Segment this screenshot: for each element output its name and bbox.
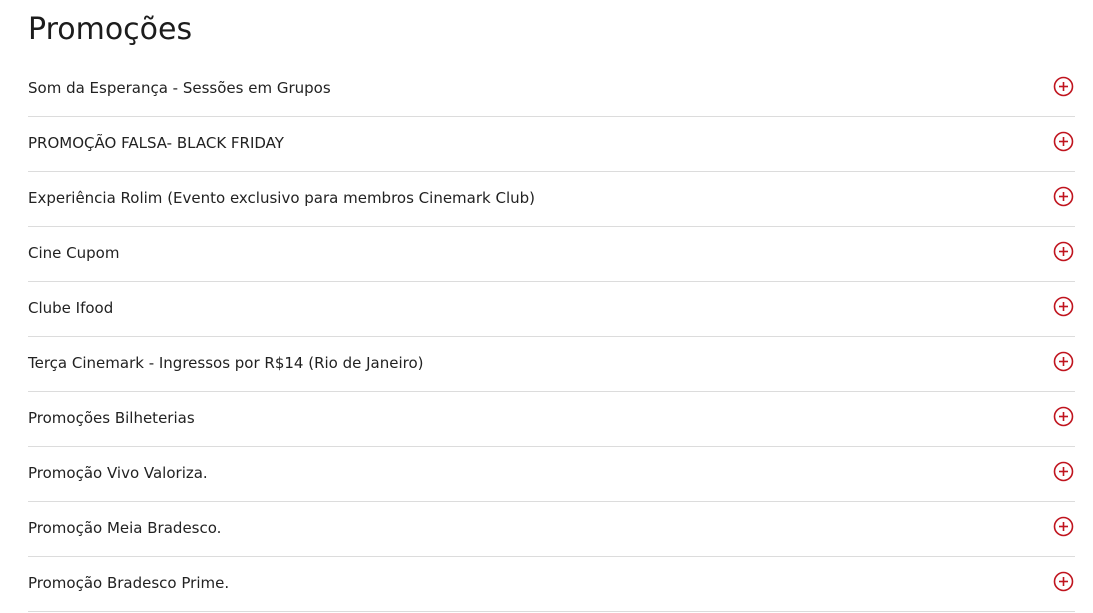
- promotion-item-label: Clube Ifood: [28, 299, 114, 317]
- promotion-item-label: Promoção Meia Bradesco.: [28, 519, 222, 537]
- promotions-accordion: Som da Esperança - Sessões em Grupos PRO…: [28, 62, 1075, 612]
- plus-circle-icon[interactable]: [1053, 131, 1074, 152]
- promotion-item[interactable]: Terça Cinemark - Ingressos por R$14 (Rio…: [28, 337, 1075, 392]
- promotion-item-label: PROMOÇÃO FALSA- BLACK FRIDAY: [28, 134, 284, 152]
- promotion-item[interactable]: PROMOÇÃO FALSA- BLACK FRIDAY: [28, 117, 1075, 172]
- promotion-item[interactable]: Clube Ifood: [28, 282, 1075, 337]
- promotion-item[interactable]: Experiência Rolim (Evento exclusivo para…: [28, 172, 1075, 227]
- promotion-item-label: Terça Cinemark - Ingressos por R$14 (Rio…: [28, 354, 424, 372]
- plus-circle-icon[interactable]: [1053, 461, 1074, 482]
- promotion-item[interactable]: Promoção Vivo Valoriza.: [28, 447, 1075, 502]
- page-title: Promoções: [28, 12, 193, 47]
- promotion-item[interactable]: Promoções Bilheterias: [28, 392, 1075, 447]
- promotion-item-label: Promoção Bradesco Prime.: [28, 574, 230, 592]
- promotions-page: Promoções Som da Esperança - Sessões em …: [0, 0, 1093, 613]
- plus-circle-icon[interactable]: [1053, 516, 1074, 537]
- promotion-item[interactable]: Promoção Meia Bradesco.: [28, 502, 1075, 557]
- promotion-item-label: Som da Esperança - Sessões em Grupos: [28, 79, 331, 97]
- promotion-item-label: Experiência Rolim (Evento exclusivo para…: [28, 189, 535, 207]
- promotion-item-label: Promoções Bilheterias: [28, 409, 195, 427]
- plus-circle-icon[interactable]: [1053, 406, 1074, 427]
- plus-circle-icon[interactable]: [1053, 351, 1074, 372]
- plus-circle-icon[interactable]: [1053, 186, 1074, 207]
- plus-circle-icon[interactable]: [1053, 571, 1074, 592]
- promotion-item[interactable]: Som da Esperança - Sessões em Grupos: [28, 62, 1075, 117]
- promotion-item-label: Cine Cupom: [28, 244, 120, 262]
- promotion-item-label: Promoção Vivo Valoriza.: [28, 464, 208, 482]
- plus-circle-icon[interactable]: [1053, 241, 1074, 262]
- plus-circle-icon[interactable]: [1053, 296, 1074, 317]
- plus-circle-icon[interactable]: [1053, 76, 1074, 97]
- promotion-item[interactable]: Cine Cupom: [28, 227, 1075, 282]
- promotion-item[interactable]: Promoção Bradesco Prime.: [28, 557, 1075, 612]
